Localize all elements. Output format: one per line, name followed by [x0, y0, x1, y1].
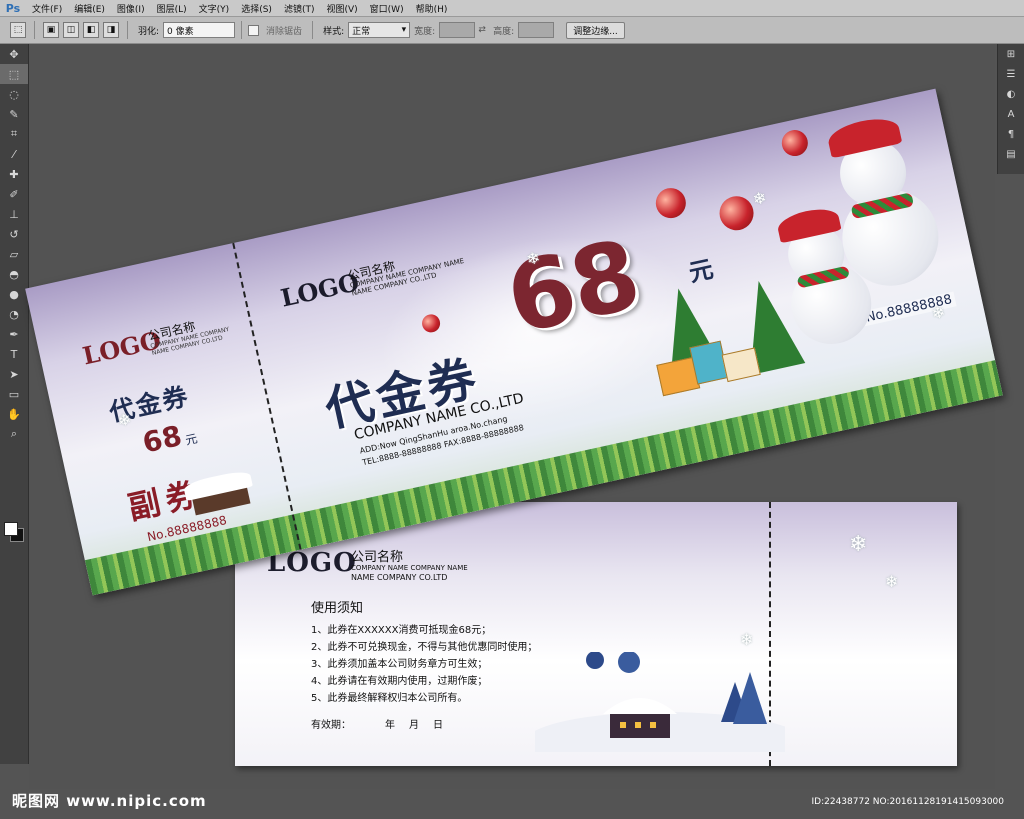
hand-tool-icon[interactable]: ✋	[0, 404, 28, 424]
paint-bucket-icon[interactable]: ◓	[0, 264, 28, 284]
properties-panel-icon[interactable]: ☰	[998, 64, 1024, 84]
height-label: 高度:	[493, 26, 515, 37]
validity-year: 年	[385, 720, 395, 731]
zoom-tool-icon[interactable]: ⌕	[0, 424, 28, 444]
intersect-selection-icon[interactable]: ◨	[103, 22, 119, 38]
style-value: 正常	[352, 26, 371, 37]
shape-tool-icon[interactable]: ▭	[0, 384, 28, 404]
menu-image[interactable]: 图像(I)	[111, 2, 151, 15]
menu-type[interactable]: 文字(Y)	[193, 2, 236, 15]
rule-item: 3、此券须加盖本公司财务章方可生效；	[311, 659, 488, 670]
move-tool-icon[interactable]: ✥	[0, 44, 28, 64]
gift-box-illustration	[721, 347, 761, 383]
ornament-ball-icon	[779, 127, 811, 159]
width-input[interactable]	[439, 22, 476, 38]
validity-month: 月	[409, 720, 419, 731]
lasso-tool-icon[interactable]: ◌	[0, 84, 28, 104]
menu-select[interactable]: 选择(S)	[235, 2, 278, 15]
feather-label: 羽化:	[138, 26, 160, 37]
snowflake-icon: ❄	[849, 532, 868, 557]
company-name-cn: 公司名称	[351, 550, 404, 565]
eyedropper-tool-icon[interactable]: ⁄	[0, 144, 28, 164]
validity-label: 有效期：	[311, 720, 351, 731]
snowflake-icon: ❄	[751, 187, 769, 210]
refine-edge-button[interactable]: 调整边缘...	[566, 21, 625, 39]
rule-item: 4、此券请在有效期内使用，过期作废；	[311, 676, 488, 687]
type-tool-icon[interactable]: T	[0, 344, 28, 364]
company-name-en-line2: NAME COMPANY CO.LTD	[351, 573, 448, 582]
validity-row: 有效期： 年 月 日	[311, 716, 443, 731]
rule-item: 5、此券最终解释权归本公司所有。	[311, 693, 468, 704]
menu-layer[interactable]: 图层(L)	[151, 2, 193, 15]
marquee-preset-icon[interactable]: ⬚	[10, 22, 26, 38]
menu-file[interactable]: 文件(F)	[26, 2, 68, 15]
rule-item: 1、此券在XXXXXX消费可抵现金68元；	[311, 625, 492, 636]
healing-tool-icon[interactable]: ✚	[0, 164, 28, 184]
new-selection-icon[interactable]: ▣	[43, 22, 59, 38]
chevron-down-icon: ▾	[401, 25, 407, 35]
ornament-ball-icon	[716, 192, 757, 234]
style-select[interactable]: 正常 ▾	[348, 22, 411, 38]
validity-day: 日	[433, 720, 443, 731]
right-panel-dock: ⊞ ☰ ◐ A ¶ ▤	[997, 44, 1024, 174]
stub-unit: 元	[184, 431, 199, 448]
menu-filter[interactable]: 滤镜(T)	[278, 2, 321, 15]
antialias-label: 消除锯齿	[266, 26, 303, 37]
divider	[241, 21, 243, 39]
brush-tool-icon[interactable]: ✐	[0, 184, 28, 204]
tools-panel: ✥ ⬚ ◌ ✎ ⌗ ⁄ ✚ ✐ ⊥ ↺ ▱ ◓ ● ◔ ✒ T ➤ ▭ ✋ ⌕	[0, 44, 29, 764]
menu-bar: Ps 文件(F) 编辑(E) 图像(I) 图层(L) 文字(Y) 选择(S) 滤…	[0, 0, 1024, 17]
coupon-back: LOGO 公司名称 COMPANY NAME COMPANY NAME NAME…	[235, 502, 957, 766]
quick-select-tool-icon[interactable]: ✎	[0, 104, 28, 124]
crop-tool-icon[interactable]: ⌗	[0, 124, 28, 144]
eraser-tool-icon[interactable]: ▱	[0, 244, 28, 264]
add-selection-icon[interactable]: ◫	[63, 22, 79, 38]
feather-input[interactable]: 0 像素	[163, 22, 236, 38]
divider	[34, 21, 35, 39]
foreground-color-swatch[interactable]	[4, 522, 18, 536]
notice-title: 使用须知	[311, 601, 364, 616]
menu-edit[interactable]: 编辑(E)	[68, 2, 111, 15]
subtract-selection-icon[interactable]: ◧	[83, 22, 99, 38]
divider	[127, 21, 128, 39]
style-label: 样式:	[323, 26, 345, 37]
options-bar: ⬚ ▣ ◫ ◧ ◨ 羽化: 0 像素 消除锯齿 样式: 正常 ▾ 宽度: ⇄ 高…	[0, 17, 1024, 44]
marquee-tool-icon[interactable]: ⬚	[0, 64, 28, 84]
snow-village-illustration	[535, 652, 785, 752]
snowflake-icon: ❄	[885, 572, 899, 591]
antialias-checkbox[interactable]	[248, 24, 260, 36]
width-label: 宽度:	[414, 26, 436, 37]
stub-amount: 68	[139, 419, 185, 460]
image-id-text: ID:22438772 NO:20161128191415093000	[811, 797, 1005, 807]
company-name-en-line1: COMPANY NAME COMPANY NAME	[351, 564, 468, 572]
paragraph-panel-icon[interactable]: ¶	[998, 124, 1024, 144]
blur-tool-icon[interactable]: ●	[0, 284, 28, 304]
height-input[interactable]	[518, 22, 555, 38]
swap-icon[interactable]: ⇄	[475, 25, 489, 35]
history-brush-icon[interactable]: ↺	[0, 224, 28, 244]
layers-panel-icon[interactable]: ▤	[998, 144, 1024, 164]
photoshop-logo: Ps	[5, 1, 21, 15]
path-select-icon[interactable]: ➤	[0, 364, 28, 384]
dodge-tool-icon[interactable]: ◔	[0, 304, 28, 324]
adjustments-panel-icon[interactable]: ◐	[998, 84, 1024, 104]
pen-tool-icon[interactable]: ✒	[0, 324, 28, 344]
rule-item: 2、此券不可兑换现金，不得与其他优惠同时使用；	[311, 642, 538, 653]
menu-window[interactable]: 窗口(W)	[364, 2, 410, 15]
history-panel-icon[interactable]: ⊞	[998, 44, 1024, 64]
site-watermark: 昵图网 www.nipic.com	[12, 792, 207, 810]
character-panel-icon[interactable]: A	[998, 104, 1024, 124]
divider	[312, 21, 314, 39]
snowflake-icon: ❄	[740, 630, 754, 649]
menu-view[interactable]: 视图(V)	[320, 2, 363, 15]
menu-help[interactable]: 帮助(H)	[410, 2, 454, 15]
stamp-tool-icon[interactable]: ⊥	[0, 204, 28, 224]
